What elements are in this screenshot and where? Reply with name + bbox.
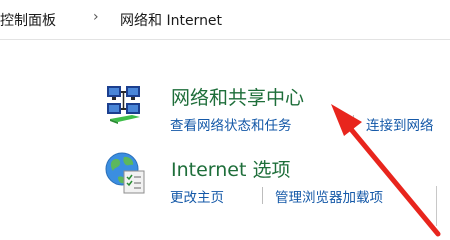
breadcrumb-item-control-panel[interactable]: 控制面板 <box>0 10 56 30</box>
view-network-status-link[interactable]: 查看网络状态和任务 <box>170 114 292 134</box>
internet-options-title[interactable]: Internet 选项 <box>171 155 290 182</box>
manage-addons-link[interactable]: 管理浏览器加载项 <box>275 186 383 206</box>
category-list: 网络和共享中心 查看网络状态和任务 连接到网络 Internet 选项 更改主页… <box>0 41 450 240</box>
network-sharing-center-title[interactable]: 网络和共享中心 <box>171 83 304 110</box>
network-icon[interactable] <box>104 84 146 128</box>
breadcrumb: 控制面板 › 网络和 Internet <box>0 0 450 40</box>
breadcrumb-separator-icon: › <box>93 9 99 25</box>
connect-to-network-link[interactable]: 连接到网络 <box>366 114 434 134</box>
link-separator <box>353 115 354 132</box>
breadcrumb-item-network-internet[interactable]: 网络和 Internet <box>120 10 222 30</box>
link-separator <box>262 187 263 204</box>
internet-options-icon[interactable] <box>104 151 148 197</box>
change-homepage-link[interactable]: 更改主页 <box>170 186 224 206</box>
divider <box>436 186 437 226</box>
